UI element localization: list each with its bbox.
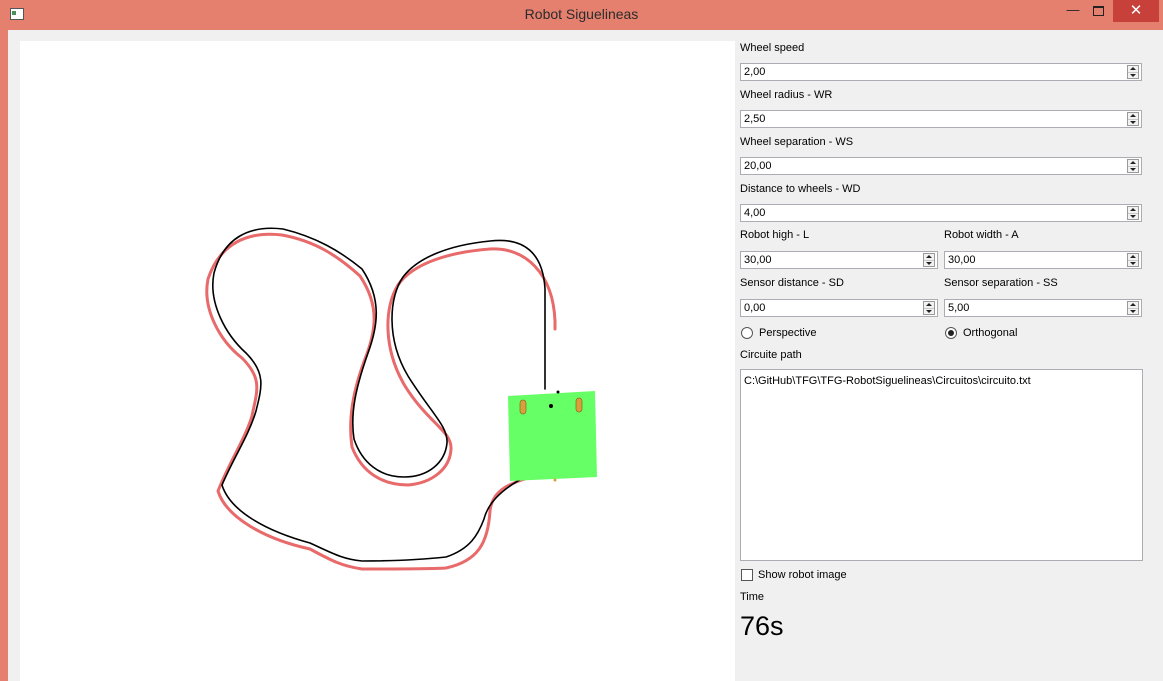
orthogonal-radio[interactable] [945, 327, 957, 339]
sensor-separation-label: Sensor separation - SS [944, 277, 1058, 289]
time-label: Time [740, 591, 765, 603]
main-window-client: Wheel speed 2,00 Wheel radius - WR 2,50 … [8, 30, 1163, 681]
spin-down-icon[interactable] [1128, 72, 1138, 79]
time-value: 76s [740, 611, 784, 641]
robot-width-value: 30,00 [948, 254, 976, 266]
wheel-separation-arrows[interactable] [1127, 159, 1139, 173]
robot-width-label: Robot width - A [944, 229, 1019, 241]
spin-down-icon[interactable] [1128, 119, 1138, 126]
robot-high-arrows[interactable] [923, 253, 935, 267]
spin-down-icon[interactable] [924, 308, 934, 315]
sensor-separation-spinbox[interactable]: 5,00 [944, 299, 1142, 317]
perspective-label[interactable]: Perspective [759, 327, 816, 339]
wheel-separation-label: Wheel separation - WS [740, 136, 854, 148]
circuit-path-textarea[interactable]: C:\GitHub\TFG\TFG-RobotSiguelineas\Circu… [740, 369, 1143, 561]
track-view [205, 227, 597, 571]
show-robot-image-label[interactable]: Show robot image [758, 569, 847, 581]
sensor-distance-spinbox[interactable]: 0,00 [740, 299, 938, 317]
wheel-separation-value: 20,00 [744, 160, 772, 172]
maximize-button[interactable] [1086, 0, 1110, 22]
window-title: Robot Siguelineas [524, 6, 639, 22]
spin-down-icon[interactable] [1128, 260, 1138, 267]
wheel-speed-arrows[interactable] [1127, 65, 1139, 79]
sensor-separation-arrows[interactable] [1127, 301, 1139, 315]
minimize-button[interactable]: — [1060, 0, 1086, 22]
robot-high-spinbox[interactable]: 30,00 [740, 251, 938, 269]
close-button[interactable]: ✕ [1113, 0, 1159, 22]
wheel-speed-spinbox[interactable]: 2,00 [740, 63, 1142, 81]
circuit-path-text: C:\GitHub\TFG\TFG-RobotSiguelineas\Circu… [744, 375, 1031, 387]
perspective-radio[interactable] [741, 327, 753, 339]
sensor-separation-value: 5,00 [948, 302, 970, 314]
distance-to-wheels-value: 4,00 [744, 207, 766, 219]
wheel-radius-arrows[interactable] [1127, 112, 1139, 126]
track-line [212, 227, 546, 562]
distance-to-wheels-label: Distance to wheels - WD [740, 183, 861, 195]
spin-down-icon[interactable] [1128, 166, 1138, 173]
spin-down-icon[interactable] [1128, 308, 1138, 315]
orthogonal-label[interactable]: Orthogonal [963, 327, 1017, 339]
distance-to-wheels-spinbox[interactable]: 4,00 [740, 204, 1142, 222]
robot-center [549, 404, 553, 408]
maximize-icon [1092, 6, 1104, 16]
spin-down-icon[interactable] [924, 260, 934, 267]
robot-high-label: Robot high - L [740, 229, 810, 241]
track-outline [205, 232, 557, 571]
circuit-path-label: Circuite path [740, 349, 802, 361]
wheel-speed-label: Wheel speed [740, 42, 805, 54]
simulation-canvas[interactable] [20, 41, 735, 681]
distance-to-wheels-arrows[interactable] [1127, 206, 1139, 220]
wheel-separation-spinbox[interactable]: 20,00 [740, 157, 1142, 175]
wheel-radius-label: Wheel radius - WR [740, 89, 833, 101]
wheel-speed-value: 2,00 [744, 66, 766, 78]
spin-down-icon[interactable] [1128, 213, 1138, 220]
sensor-distance-label: Sensor distance - SD [740, 277, 844, 289]
robot-wheel-right [575, 397, 583, 413]
robot-sensor-rear [553, 478, 557, 482]
robot-width-spinbox[interactable]: 30,00 [944, 251, 1142, 269]
show-robot-image-checkbox[interactable] [741, 569, 753, 581]
wheel-radius-value: 2,50 [744, 113, 766, 125]
sensor-distance-value: 0,00 [744, 302, 766, 314]
wheel-radius-spinbox[interactable]: 2,50 [740, 110, 1142, 128]
robot-wheel-left [519, 399, 527, 415]
robot-sensor [556, 390, 560, 394]
robot-width-arrows[interactable] [1127, 253, 1139, 267]
sensor-distance-arrows[interactable] [923, 301, 935, 315]
robot [508, 390, 597, 482]
robot-high-value: 30,00 [744, 254, 772, 266]
title-bar[interactable]: Robot Siguelineas — ✕ [0, 0, 1163, 30]
